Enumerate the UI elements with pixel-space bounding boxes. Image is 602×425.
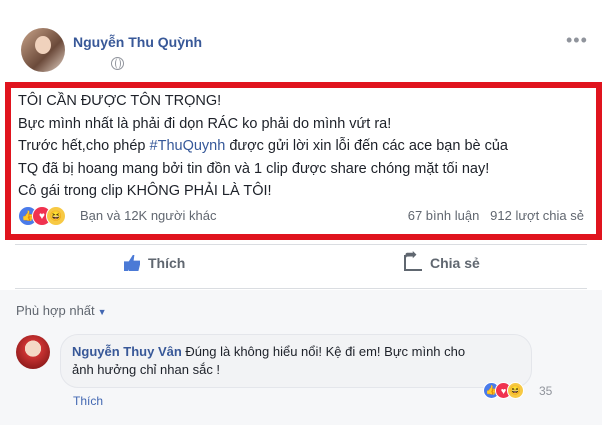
caret-down-icon: ▼ [97, 307, 107, 317]
post-text: TÔI CẦN ĐƯỢC TÔN TRỌNG! Bực mình nhất là… [18, 90, 588, 203]
like-button[interactable]: Thích [124, 255, 185, 271]
commenter-avatar[interactable] [16, 335, 50, 369]
hashtag-link[interactable]: #ThuQuynh [150, 138, 226, 154]
comment-like-link[interactable]: Thích [73, 394, 103, 408]
post-line: Trước hết,cho phép #ThuQuynh được gửi lờ… [18, 138, 508, 154]
shares-count[interactable]: 912 lượt chia sẻ [490, 208, 584, 223]
comment-reactions[interactable]: 👍 ♥ 😆 35 [483, 382, 563, 400]
post-line: TQ đã bị hoang mang bởi tin đồn và 1 cli… [18, 160, 490, 177]
commenter-name[interactable]: Nguyễn Thuy Vân [72, 344, 182, 359]
post-line: Cô gái trong clip KHÔNG PHẢI LÀ TÔI! [18, 183, 272, 199]
divider [15, 244, 587, 245]
reactions-summary[interactable]: Bạn và 12K người khác [80, 208, 216, 223]
more-options-icon[interactable]: ••• [566, 30, 588, 51]
share-button[interactable]: Chia sẻ [404, 246, 480, 271]
like-label: Thích [148, 255, 186, 271]
post-line: Bực mình nhất là phải đi dọn RÁC ko phải… [18, 115, 392, 132]
share-icon [404, 246, 422, 271]
globe-icon[interactable] [111, 57, 124, 70]
comment-reaction-count: 35 [539, 384, 553, 398]
divider [15, 288, 587, 289]
reactions-bar: 👍 ♥ 😆 Bạn và 12K người khác 67 bình luận… [18, 206, 588, 228]
author-avatar[interactable] [21, 28, 65, 72]
post-line: TÔI CẦN ĐƯỢC TÔN TRỌNG! [18, 93, 222, 109]
comment-text: Nguyễn Thuy Vân Đúng là không hiểu nổi! … [72, 344, 466, 377]
author-name[interactable]: Nguyễn Thu Quỳnh [73, 34, 202, 50]
comments-count[interactable]: 67 bình luận [408, 208, 480, 223]
share-label: Chia sẻ [430, 255, 480, 271]
post-meta [73, 55, 124, 71]
counts: 67 bình luận 912 lượt chia sẻ [408, 208, 584, 223]
thumbs-up-icon [124, 255, 140, 271]
haha-reaction-icon[interactable]: 😆 [46, 206, 66, 226]
haha-reaction-icon: 😆 [507, 382, 524, 399]
comment-sort-dropdown[interactable]: Phù hợp nhất ▼ [16, 303, 107, 318]
post-card: Nguyễn Thu Quỳnh ••• TÔI CẦN ĐƯỢC TÔN TR… [0, 0, 602, 425]
